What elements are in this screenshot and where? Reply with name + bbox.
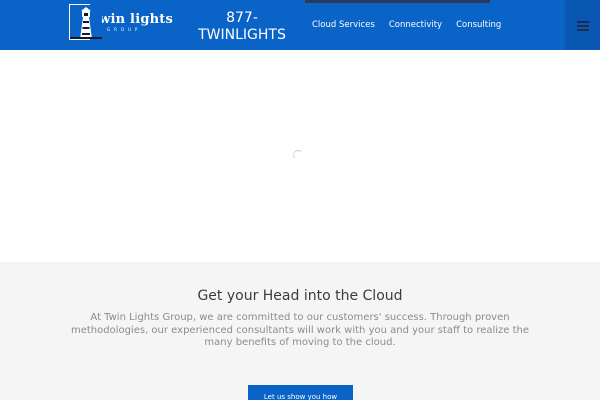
section-body: At Twin Lights Group, we are committed t… bbox=[70, 312, 530, 348]
lighthouse-icon bbox=[69, 4, 102, 40]
section-title: Get your Head into the Cloud bbox=[197, 288, 403, 304]
main-nav: Cloud Services Connectivity Consulting bbox=[305, 0, 508, 55]
hamburger-icon bbox=[576, 21, 589, 31]
nav-item-consulting[interactable]: Consulting bbox=[449, 0, 508, 50]
logo-wordmark: twin lights bbox=[92, 12, 173, 27]
logo-subtitle: GROUP bbox=[107, 27, 142, 32]
nav-item-connectivity[interactable]: Connectivity bbox=[382, 0, 449, 50]
nav-item-cloud-services[interactable]: Cloud Services bbox=[305, 0, 382, 55]
hero-area bbox=[0, 50, 600, 262]
logo[interactable]: twin lights GROUP bbox=[69, 4, 173, 40]
loading-spinner-icon bbox=[293, 150, 303, 160]
phone-number[interactable]: 877-TWINLIGHTS bbox=[196, 10, 288, 44]
cta-button[interactable]: Let us show you how bbox=[248, 385, 353, 400]
site-header: twin lights GROUP 877-TWINLIGHTS Cloud S… bbox=[0, 0, 600, 55]
intro-section: Get your Head into the Cloud At Twin Lig… bbox=[0, 262, 600, 400]
menu-toggle-button[interactable] bbox=[565, 0, 600, 52]
